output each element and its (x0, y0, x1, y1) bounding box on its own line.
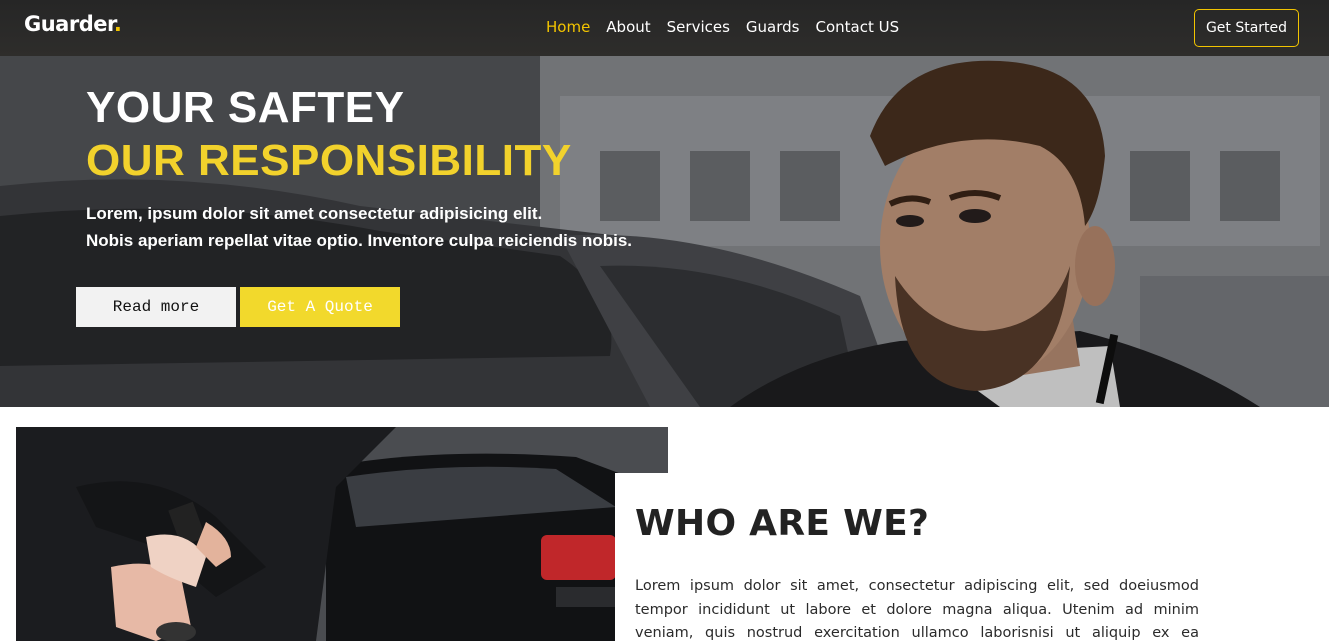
get-quote-button[interactable]: Get A Quote (240, 287, 400, 327)
brand-logo[interactable]: Guarder. (24, 12, 122, 36)
navbar: Guarder. Home About Services Guards Cont… (0, 0, 1329, 56)
hero-subtitle-line1: Lorem, ipsum dolor sit amet consectetur … (86, 204, 543, 223)
nav-link-about[interactable]: About (606, 18, 650, 36)
brand-name: Guarder (24, 12, 114, 36)
hero-title-line2: OUR RESPONSIBILITY (86, 136, 572, 185)
brand-dot: . (113, 12, 122, 36)
nav-link-services[interactable]: Services (667, 18, 730, 36)
nav-link-home[interactable]: Home (546, 18, 590, 36)
about-card: WHO ARE WE? Lorem ipsum dolor sit amet, … (615, 473, 1329, 641)
about-photo-illustration (16, 427, 668, 641)
get-started-button[interactable]: Get Started (1194, 9, 1299, 47)
nav-link-contact[interactable]: Contact US (815, 18, 899, 36)
read-more-button[interactable]: Read more (76, 287, 236, 327)
hero-section: YOUR SAFTEY OUR RESPONSIBILITY Lorem, ip… (0, 56, 1329, 407)
hero-subtitle-line2: Nobis aperiam repellat vitae optio. Inve… (86, 231, 633, 250)
hero-title-line1: YOUR SAFTEY (86, 83, 405, 132)
nav-link-guards[interactable]: Guards (746, 18, 800, 36)
nav-links: Home About Services Guards Contact US (546, 18, 899, 36)
about-body: Lorem ipsum dolor sit amet, consectetur … (635, 578, 1199, 641)
about-title: WHO ARE WE? (635, 503, 930, 544)
hero-subtitle: Lorem, ipsum dolor sit amet consectetur … (86, 200, 632, 254)
about-photo (16, 427, 668, 641)
